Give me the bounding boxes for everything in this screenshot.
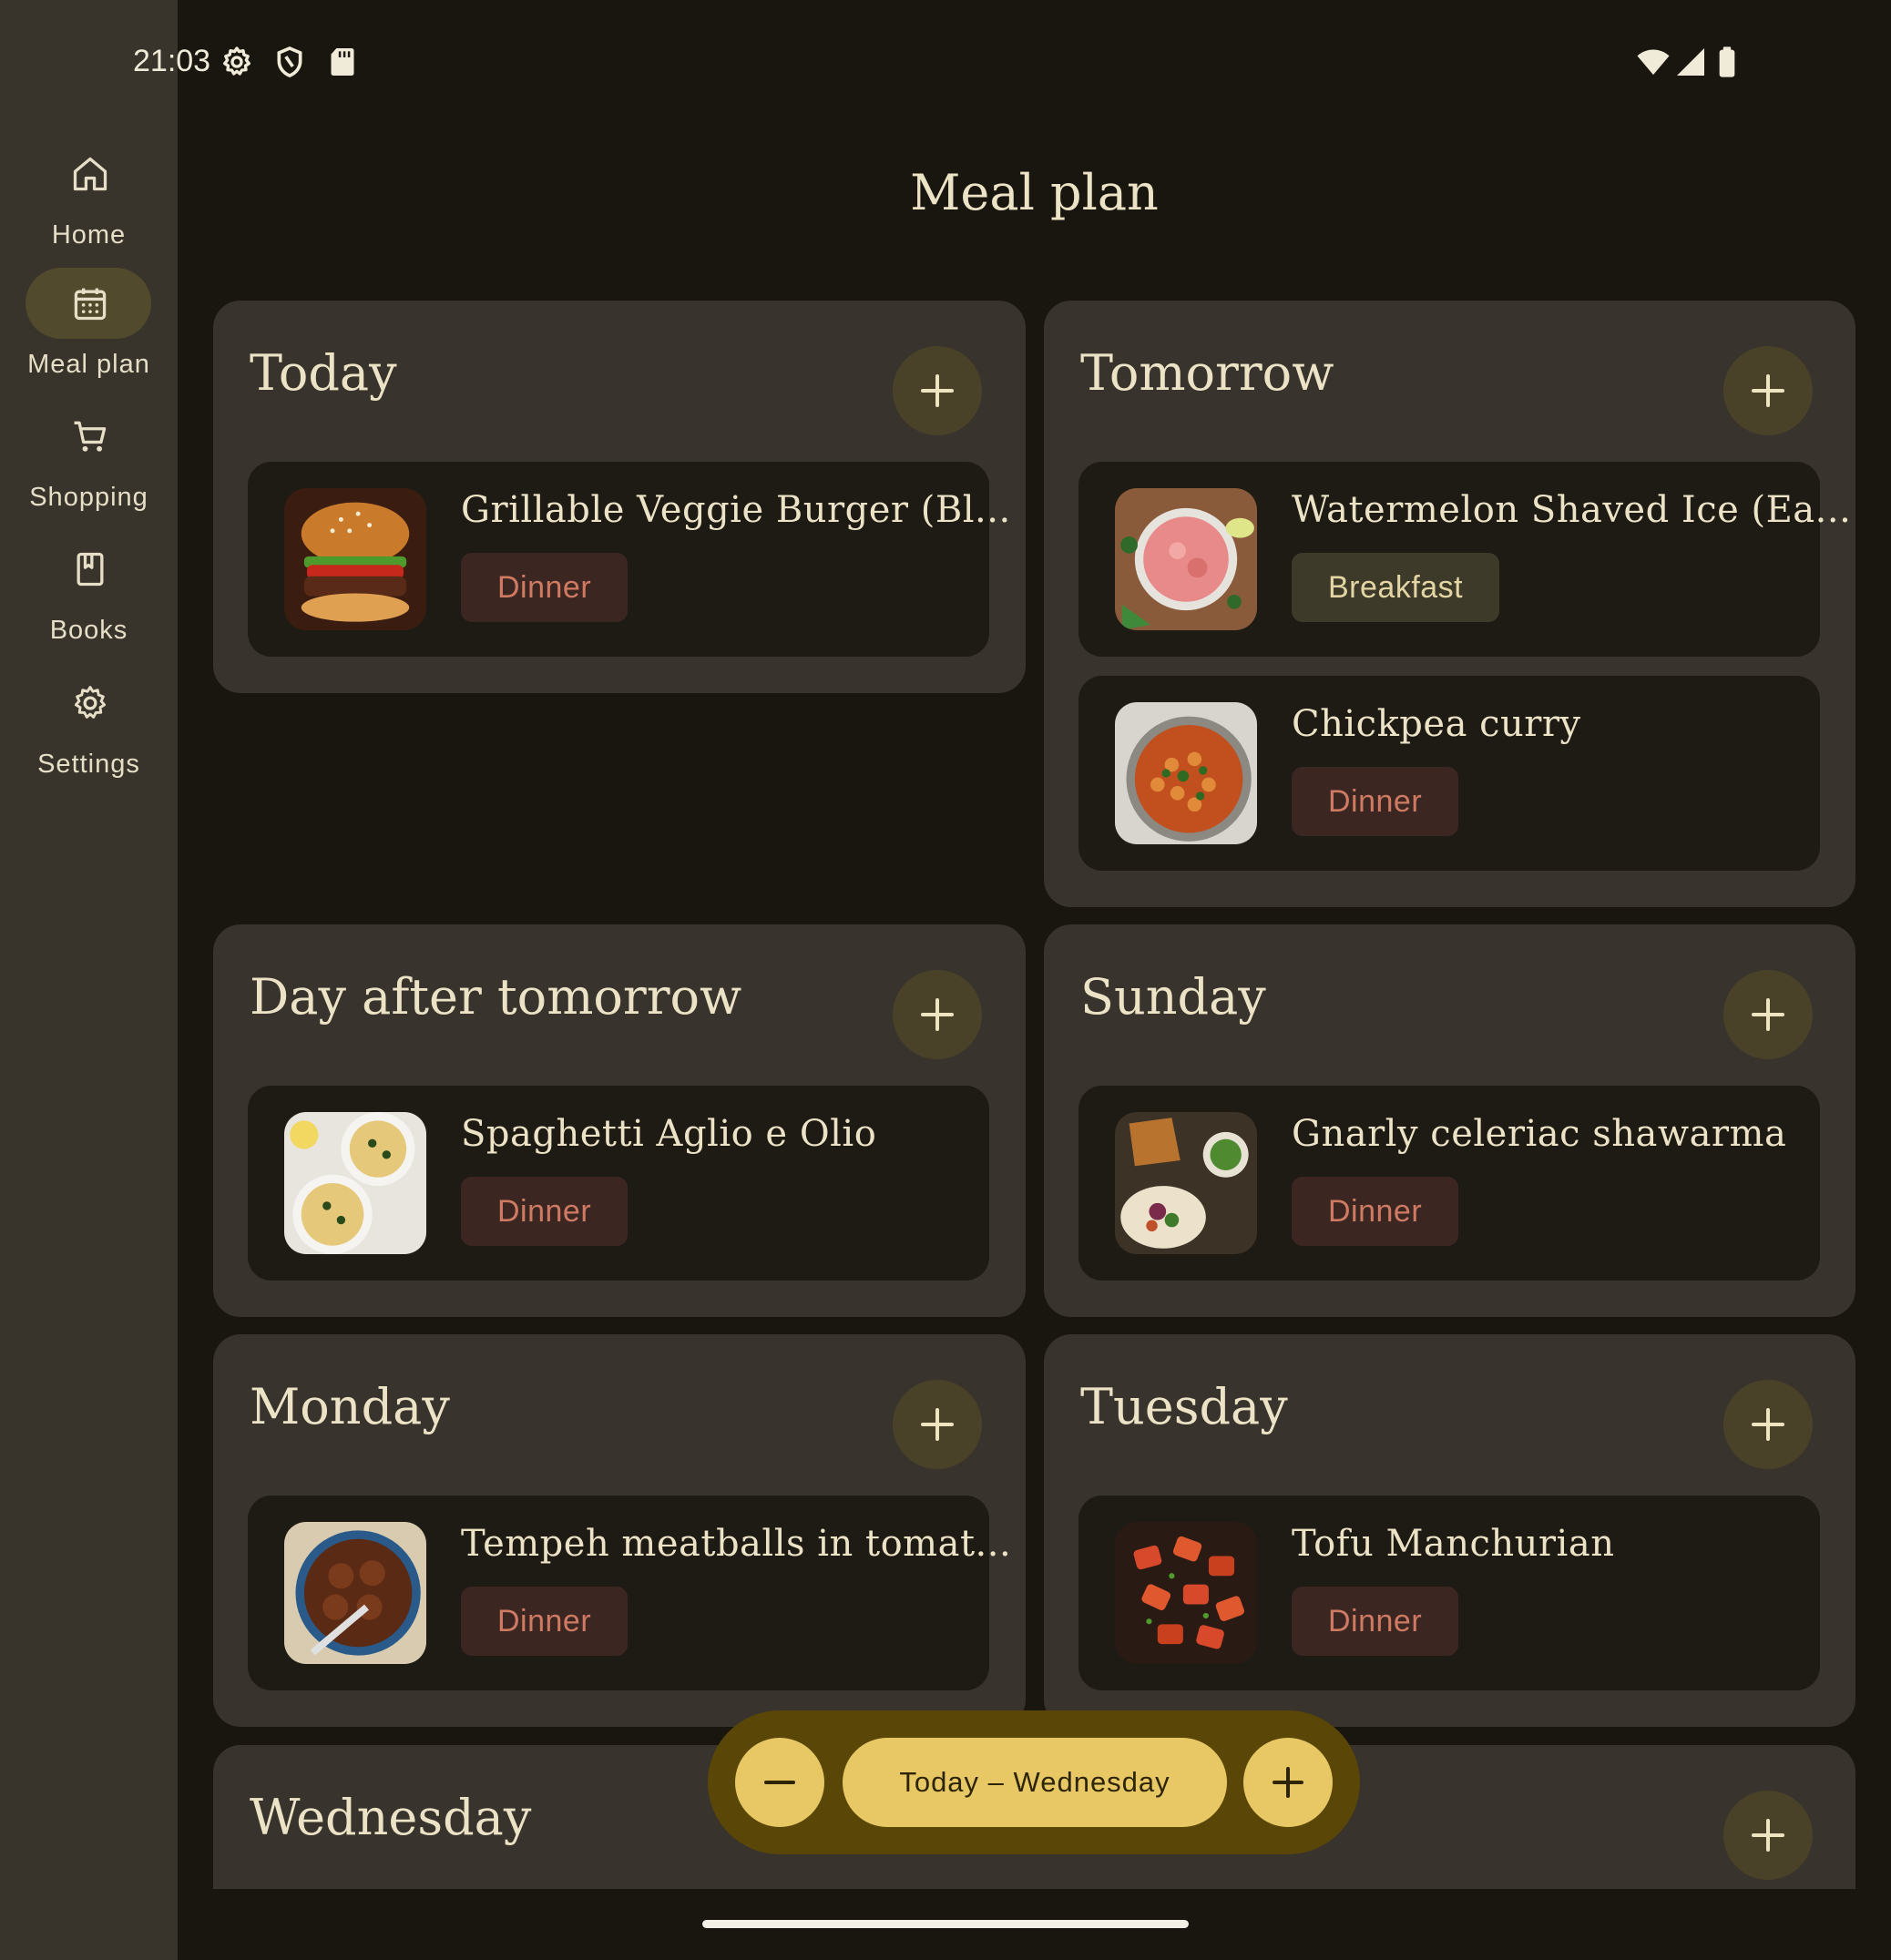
day-card-tomorrow: Tomorrow Watermelon Shaved Ice (Ea... Br…	[1044, 301, 1855, 907]
meal-type-tag: Breakfast	[1292, 553, 1500, 622]
day-title: Sunday	[1080, 968, 1266, 1026]
meal-item[interactable]: Watermelon Shaved Ice (Ea... Breakfast	[1078, 462, 1851, 657]
meal-type-tag: Dinner	[1292, 767, 1459, 836]
add-meal-button[interactable]	[893, 346, 982, 435]
meal-name: Watermelon Shaved Ice (Ea...	[1292, 489, 1852, 531]
add-meal-button[interactable]	[1723, 1791, 1813, 1880]
day-title: Monday	[250, 1378, 450, 1435]
battery-icon	[1709, 44, 1745, 80]
navigation-rail: Home Meal plan Shopping Books Settings	[0, 0, 178, 1960]
meal-name: Grillable Veggie Burger (Bl...	[461, 489, 1011, 531]
meal-type-tag: Dinner	[461, 1587, 629, 1656]
nav-label-meal-plan: Meal plan	[27, 350, 150, 379]
nav-label-home: Home	[51, 220, 127, 250]
meal-photo-shawarma	[1115, 1112, 1257, 1254]
meal-item[interactable]: Chickpea curry Dinner	[1078, 676, 1820, 871]
calendar-icon	[70, 283, 110, 323]
meal-photo-tempeh-meatballs	[284, 1522, 426, 1664]
shield-icon	[271, 44, 308, 80]
signal-icon	[1672, 44, 1709, 80]
day-card-tuesday: Tuesday Tofu Manchurian Dinner	[1044, 1334, 1855, 1727]
meal-photo-watermelon-ice	[1115, 488, 1257, 630]
day-card-day-after-tomorrow: Day after tomorrow Spaghetti Aglio e Oli…	[213, 924, 1026, 1317]
meal-name: Gnarly celeriac shawarma	[1292, 1113, 1787, 1155]
meal-item[interactable]: Spaghetti Aglio e Olio Dinner	[248, 1086, 989, 1281]
day-title: Wednesday	[250, 1789, 532, 1846]
day-title: Tomorrow	[1080, 344, 1334, 402]
nav-item-home[interactable]: Home	[0, 138, 178, 257]
meal-type-tag: Dinner	[461, 553, 629, 622]
meal-type-tag: Dinner	[1292, 1587, 1459, 1656]
date-range-label[interactable]: Today – Wednesday	[843, 1738, 1227, 1827]
nav-item-meal-plan[interactable]: Meal plan	[0, 268, 178, 386]
meal-name: Spaghetti Aglio e Olio	[461, 1113, 877, 1155]
nav-item-settings[interactable]: Settings	[0, 668, 178, 786]
cart-icon	[70, 416, 110, 456]
nav-label-shopping: Shopping	[29, 483, 148, 512]
day-title: Tuesday	[1080, 1378, 1288, 1435]
meal-type-tag: Dinner	[1292, 1177, 1459, 1246]
day-title: Day after tomorrow	[250, 968, 742, 1026]
page-title: Meal plan	[910, 164, 1159, 221]
meal-photo-spaghetti	[284, 1112, 426, 1254]
nav-item-books[interactable]: Books	[0, 534, 178, 652]
meal-name: Chickpea curry	[1292, 703, 1581, 745]
day-card-monday: Monday Tempeh meatballs in tomat... Dinn…	[213, 1334, 1026, 1727]
meal-item[interactable]: Tempeh meatballs in tomat... Dinner	[248, 1496, 1011, 1690]
status-bar: 21:03	[0, 0, 1891, 124]
date-range-control: Today – Wednesday	[708, 1710, 1360, 1854]
meal-photo-chickpea-curry	[1115, 702, 1257, 844]
meal-photo-tofu-manchurian	[1115, 1522, 1257, 1664]
meal-item[interactable]: Tofu Manchurian Dinner	[1078, 1496, 1820, 1690]
meal-name: Tofu Manchurian	[1292, 1523, 1615, 1565]
add-meal-button[interactable]	[1723, 346, 1813, 435]
increase-range-button[interactable]	[1243, 1738, 1333, 1827]
nav-label-settings: Settings	[37, 750, 140, 779]
day-card-sunday: Sunday Gnarly celeriac shawarma Dinner	[1044, 924, 1855, 1317]
decrease-range-button[interactable]	[735, 1738, 824, 1827]
add-meal-button[interactable]	[893, 1380, 982, 1469]
meal-item[interactable]: Grillable Veggie Burger (Bl... Dinner	[248, 462, 1010, 657]
meal-photo-burger	[284, 488, 426, 630]
meal-type-tag: Dinner	[461, 1177, 629, 1246]
wifi-icon	[1635, 44, 1671, 80]
status-time: 21:03	[133, 44, 211, 78]
home-icon	[70, 154, 110, 194]
book-icon	[70, 549, 110, 589]
nav-label-books: Books	[49, 616, 128, 645]
gear-icon	[219, 44, 255, 80]
add-meal-button[interactable]	[1723, 970, 1813, 1059]
day-card-today: Today Grillable Veggie Burger (Bl... Din…	[213, 301, 1026, 693]
add-meal-button[interactable]	[1723, 1380, 1813, 1469]
meal-name: Tempeh meatballs in tomat...	[461, 1523, 1012, 1565]
meal-item[interactable]: Gnarly celeriac shawarma Dinner	[1078, 1086, 1820, 1281]
add-meal-button[interactable]	[893, 970, 982, 1059]
sd-card-icon	[324, 44, 361, 80]
nav-item-shopping[interactable]: Shopping	[0, 401, 178, 519]
day-title: Today	[250, 344, 397, 402]
settings-icon	[70, 683, 110, 723]
home-indicator[interactable]	[702, 1920, 1189, 1928]
